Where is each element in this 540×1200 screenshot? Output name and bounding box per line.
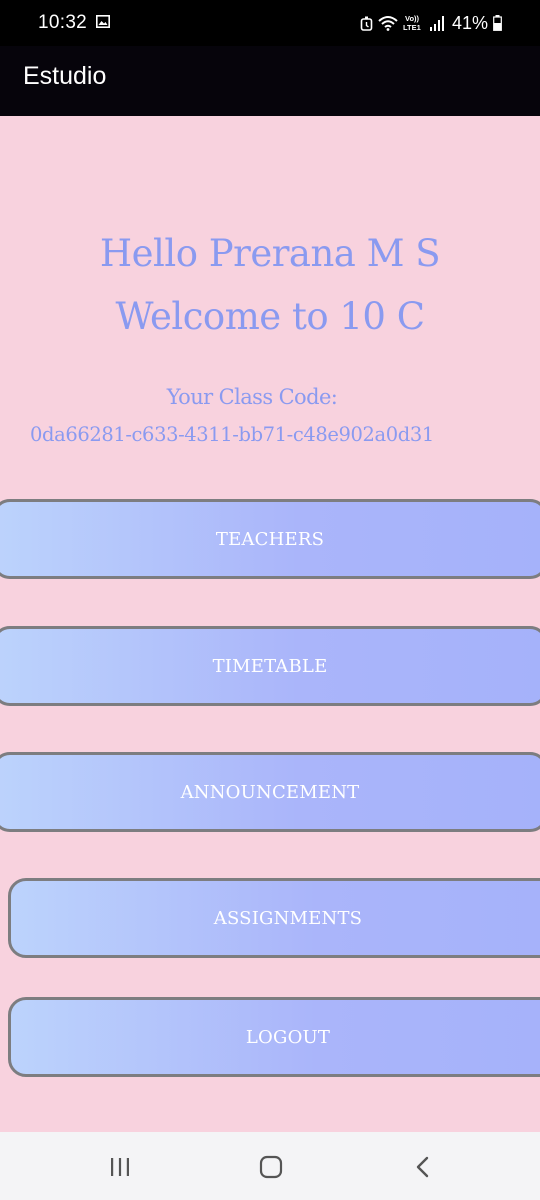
status-bar: 10:32 Vo)) LTE1 41% bbox=[0, 0, 540, 46]
signal-icon bbox=[429, 15, 444, 31]
wifi-icon bbox=[378, 16, 398, 31]
volte-icon: Vo)) LTE1 bbox=[403, 14, 421, 32]
home-button[interactable] bbox=[251, 1152, 291, 1182]
home-icon bbox=[259, 1155, 283, 1179]
announcement-button-label: ANNOUNCEMENT bbox=[180, 781, 360, 803]
back-button[interactable] bbox=[403, 1152, 443, 1182]
gallery-icon bbox=[96, 15, 110, 28]
status-icons: Vo)) LTE1 41% bbox=[355, 12, 502, 34]
timetable-button[interactable]: TIMETABLE bbox=[0, 626, 540, 706]
battery-icon bbox=[493, 15, 502, 31]
recent-apps-icon bbox=[111, 1158, 129, 1176]
class-code-value: 0da66281-c633-4311-bb71-c48e902a0d31 bbox=[30, 423, 434, 446]
system-nav-bar bbox=[0, 1132, 540, 1200]
app-bar: Estudio bbox=[0, 46, 540, 116]
status-time: 10:32 bbox=[38, 12, 88, 33]
teachers-button-label: TEACHERS bbox=[215, 528, 325, 550]
logout-button[interactable]: LOGOUT bbox=[8, 997, 540, 1077]
recent-apps-button[interactable] bbox=[100, 1152, 140, 1182]
back-icon bbox=[416, 1156, 429, 1178]
class-code-label: Your Class Code: bbox=[166, 385, 338, 409]
greeting-text: Hello Prerana M S bbox=[99, 232, 441, 275]
timetable-button-label: TIMETABLE bbox=[212, 655, 328, 677]
assignments-button[interactable]: ASSIGNMENTS bbox=[8, 878, 540, 958]
welcome-text: Welcome to 10 C bbox=[115, 295, 425, 338]
teachers-button[interactable]: TEACHERS bbox=[0, 499, 540, 579]
app-title: Estudio bbox=[23, 62, 107, 90]
assignments-button-label: ASSIGNMENTS bbox=[213, 907, 363, 929]
svg-text:Vo)): Vo)) bbox=[405, 14, 420, 23]
announcement-button[interactable]: ANNOUNCEMENT bbox=[0, 752, 540, 832]
battery-percent: 41% bbox=[451, 12, 488, 33]
app-screen: 10:32 Vo)) LTE1 41% Estudio Hello Preran… bbox=[0, 0, 540, 1200]
logout-button-label: LOGOUT bbox=[245, 1026, 331, 1048]
alarm-icon bbox=[360, 16, 373, 31]
svg-text:LTE1: LTE1 bbox=[403, 23, 421, 32]
